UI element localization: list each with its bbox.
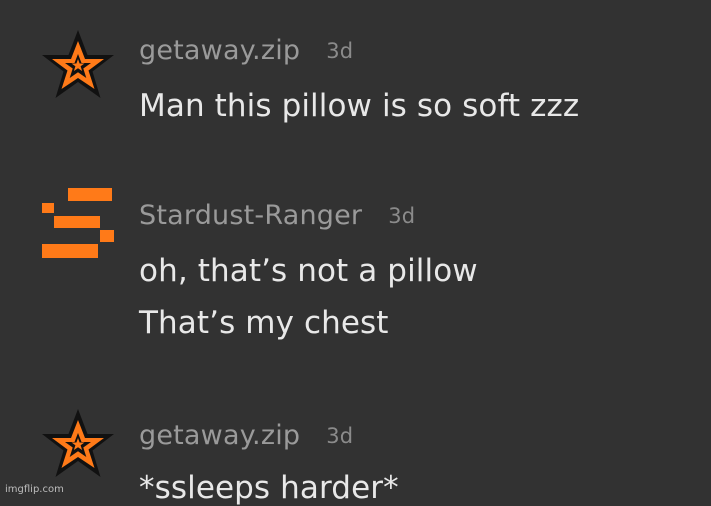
comment-text: *ssleeps harder* (139, 470, 399, 506)
comment-text: oh, that’s not a pillow (139, 253, 478, 289)
orange-star-icon (40, 28, 116, 104)
comment-timestamp: 3d (388, 204, 416, 228)
comment-author[interactable]: getaway.zip 3d (139, 420, 353, 451)
avatar[interactable] (40, 28, 116, 104)
imgflip-watermark: imgflip.com (5, 484, 64, 495)
avatar[interactable] (40, 407, 116, 483)
username-label[interactable]: Stardust-Ranger (139, 200, 362, 231)
orange-star-icon (40, 407, 116, 483)
username-label[interactable]: getaway.zip (139, 420, 300, 451)
orange-s-block-icon (40, 186, 116, 262)
comment-timestamp: 3d (326, 39, 354, 63)
comment-author[interactable]: getaway.zip 3d (139, 35, 353, 66)
avatar[interactable] (40, 186, 116, 262)
comment-text: Man this pillow is so soft zzz (139, 88, 580, 124)
comment-timestamp: 3d (326, 424, 354, 448)
comment-author[interactable]: Stardust-Ranger 3d (139, 200, 415, 231)
comment-text: That’s my chest (139, 305, 389, 341)
username-label[interactable]: getaway.zip (139, 35, 300, 66)
comment-feed: getaway.zip 3d Man this pillow is so soft… (0, 0, 711, 506)
